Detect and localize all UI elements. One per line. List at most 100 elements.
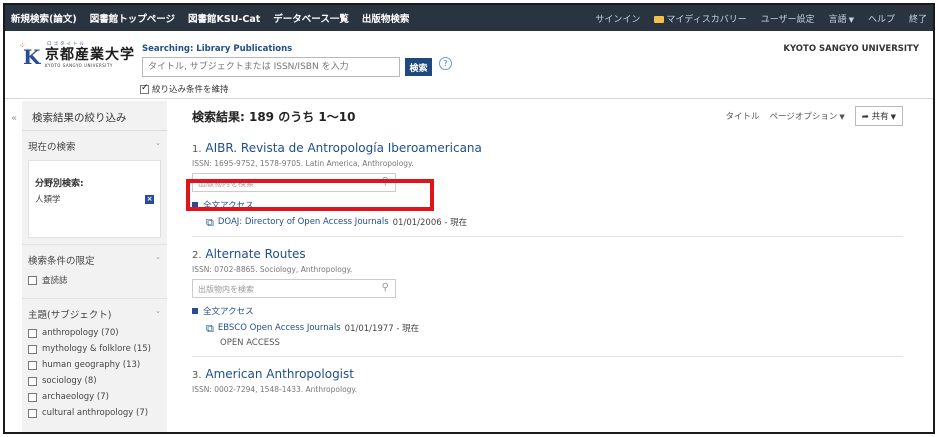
- share-label: 共有: [871, 112, 889, 122]
- search-within-publication-input[interactable]: 出版物内を検索 ⚲: [192, 173, 396, 192]
- external-link-icon: ⧉: [206, 215, 214, 229]
- subject-checkbox[interactable]: [28, 408, 37, 418]
- results-summary: 検索結果: 189 のうち 1〜10: [192, 109, 356, 124]
- result-title-link[interactable]: AIBR. Revista de Antropología Iberoameri…: [205, 141, 482, 155]
- chevron-down-icon: ▼: [890, 113, 896, 121]
- subject-checkbox[interactable]: [28, 328, 37, 338]
- subject-label: sociology (8): [42, 376, 97, 386]
- result-item: 1. AIBR. Revista de Antropología Iberoam…: [192, 131, 903, 237]
- peer-reviewed-checkbox[interactable]: [28, 275, 37, 285]
- page-options-menu[interactable]: ページオプション ▼: [770, 110, 845, 122]
- subject-option[interactable]: human geography (13): [28, 360, 161, 370]
- result-item: 3. American Anthropologist ISSN: 0002-72…: [192, 357, 903, 402]
- nav-database-list[interactable]: データベース一覧: [273, 11, 349, 25]
- main-content: « 検索結果の絞り込み 現在の検索 ⌄ 分野別検索: 人類学 × 検索条件の限定…: [5, 101, 933, 432]
- end-link[interactable]: 終了: [909, 12, 927, 25]
- subject-option[interactable]: mythology & folklore (15): [28, 344, 161, 354]
- fulltext-source: ⧉ EBSCO Open Access Journals 01/01/1977 - …: [206, 321, 903, 335]
- nav-publication-search[interactable]: 出版物検索: [362, 11, 410, 25]
- coverage-range: 01/01/2006 - 現在: [392, 218, 468, 228]
- search-icon[interactable]: ⚲: [382, 282, 389, 293]
- keep-filters-label: 絞り込み条件を維持: [152, 85, 229, 95]
- app-frame: 新規検索(論文) 図書館トップページ 図書館KSU-Cat データベース一覧 出…: [3, 3, 935, 434]
- help-icon[interactable]: ?: [439, 57, 452, 70]
- chevron-down-icon: ⌄: [155, 253, 161, 261]
- result-number: 1.: [192, 144, 202, 155]
- collapse-square-icon: [192, 308, 198, 314]
- nav-library-top[interactable]: 図書館トップページ: [90, 11, 175, 25]
- university-logo[interactable]: ⁘ K ロゴタイトル 京都産業大学 KYOTO SANGYO UNIVERSITY: [19, 41, 135, 68]
- subject-checkbox[interactable]: [28, 376, 37, 386]
- subject-label: mythology & folklore (15): [42, 344, 151, 354]
- language-menu[interactable]: 言語 ▼: [829, 12, 854, 25]
- collapse-square-icon: [192, 202, 198, 208]
- peer-reviewed-option[interactable]: 査読誌: [28, 274, 161, 286]
- help-link[interactable]: ヘルプ: [868, 12, 895, 25]
- current-search-section: 現在の検索 ⌄ 分野別検索: 人類学 ×: [22, 131, 167, 245]
- logo-mark-icon: ⁘ K: [19, 41, 41, 69]
- search-scope-label: Searching: Library Publications: [142, 44, 293, 54]
- search-within-publication-input[interactable]: 出版物内を検索 ⚲: [192, 279, 396, 298]
- subject-section: 主題(サブジェクト) ⌄ anthropology (70) mythology…: [22, 299, 167, 430]
- results-panel: 検索結果: 189 のうち 1〜10 タイトル ページオプション ▼ ➦ 共有 ▼ …: [192, 101, 903, 432]
- folder-icon: [654, 15, 665, 23]
- limit-section: 検索条件の限定 ⌄ 査読誌: [22, 245, 167, 299]
- result-item: 2. Alternate Routes ISSN: 0702-8865. Soc…: [192, 237, 903, 357]
- fulltext-label: 全文アクセス: [203, 307, 254, 317]
- subject-label: archaeology (7): [42, 392, 109, 402]
- fulltext-source-link[interactable]: DOAJ: Directory of Open Access Journals: [218, 217, 389, 227]
- subject-checkbox[interactable]: [28, 392, 37, 402]
- subject-checkbox[interactable]: [28, 360, 37, 370]
- fulltext-source-link[interactable]: EBSCO Open Access Journals: [218, 323, 341, 333]
- language-label: 言語: [828, 14, 847, 25]
- subject-checkbox[interactable]: [28, 344, 37, 354]
- result-number: 3.: [192, 370, 202, 381]
- coverage-range: 01/01/1977 - 現在: [344, 324, 420, 334]
- current-search-toggle[interactable]: 現在の検索 ⌄: [28, 139, 161, 153]
- chevron-down-icon: ⌄: [155, 307, 161, 315]
- chevron-down-icon: ▼: [848, 15, 854, 24]
- sidebar-title: 検索結果の絞り込み: [22, 101, 167, 131]
- signin-link[interactable]: サインイン: [595, 12, 640, 25]
- refine-sidebar: 検索結果の絞り込み 現在の検索 ⌄ 分野別検索: 人類学 × 検索条件の限定 ⌄…: [22, 101, 167, 432]
- subject-label: human geography (13): [42, 360, 141, 370]
- subject-option[interactable]: cultural anthropology (7): [28, 408, 161, 418]
- subject-option[interactable]: archaeology (7): [28, 392, 161, 402]
- subject-toggle[interactable]: 主題(サブジェクト) ⌄: [28, 307, 161, 321]
- nav-new-search[interactable]: 新規検索(論文): [11, 11, 77, 25]
- external-link-icon: ⧉: [206, 321, 214, 335]
- current-search-heading: 現在の検索: [28, 142, 76, 153]
- chevron-down-icon: ▼: [839, 113, 845, 121]
- sort-option[interactable]: タイトル: [726, 110, 760, 122]
- search-button[interactable]: 検索: [405, 58, 432, 76]
- limit-toggle[interactable]: 検索条件の限定 ⌄: [28, 253, 161, 267]
- keep-filters-checkbox[interactable]: [140, 83, 149, 94]
- result-number: 2.: [192, 250, 202, 261]
- nav-ksu-cat[interactable]: 図書館KSU-Cat: [188, 11, 260, 25]
- mydiscovery-link[interactable]: マイディスカバリー: [654, 12, 747, 25]
- user-settings-link[interactable]: ユーザー設定: [761, 12, 815, 25]
- subject-option[interactable]: sociology (8): [28, 376, 161, 386]
- search-within-placeholder: 出版物内を検索: [198, 179, 254, 188]
- remove-filter-icon[interactable]: ×: [145, 194, 154, 204]
- collapse-sidebar-icon[interactable]: «: [11, 113, 17, 124]
- fulltext-access-toggle[interactable]: 全文アクセス: [192, 199, 903, 211]
- search-header: ⁘ K ロゴタイトル 京都産業大学 KYOTO SANGYO UNIVERSITY…: [5, 31, 933, 99]
- result-title-link[interactable]: Alternate Routes: [205, 247, 305, 261]
- fulltext-label: 全文アクセス: [203, 201, 254, 211]
- logo-english-name: KYOTO SANGYO UNIVERSITY: [45, 63, 113, 68]
- subject-option[interactable]: anthropology (70): [28, 328, 161, 338]
- fulltext-source: ⧉ DOAJ: Directory of Open Access Journals…: [206, 215, 903, 229]
- result-title-link[interactable]: American Anthropologist: [205, 367, 354, 381]
- university-name: KYOTO SANGYO UNIVERSITY: [783, 44, 919, 54]
- search-input[interactable]: [142, 57, 400, 77]
- fulltext-access-toggle[interactable]: 全文アクセス: [192, 305, 903, 317]
- subject-heading: 主題(サブジェクト): [28, 310, 112, 321]
- subject-label: cultural anthropology (7): [42, 408, 149, 418]
- top-nav-bar: 新規検索(論文) 図書館トップページ 図書館KSU-Cat データベース一覧 出…: [5, 5, 933, 31]
- filter-label: 分野別検索:: [35, 179, 84, 189]
- share-button[interactable]: ➦ 共有 ▼: [854, 106, 903, 126]
- keep-filters-option[interactable]: 絞り込み条件を維持: [140, 83, 229, 95]
- result-meta: ISSN: 0702-8865. Sociology, Anthropology…: [192, 265, 353, 274]
- search-icon[interactable]: ⚲: [382, 176, 389, 187]
